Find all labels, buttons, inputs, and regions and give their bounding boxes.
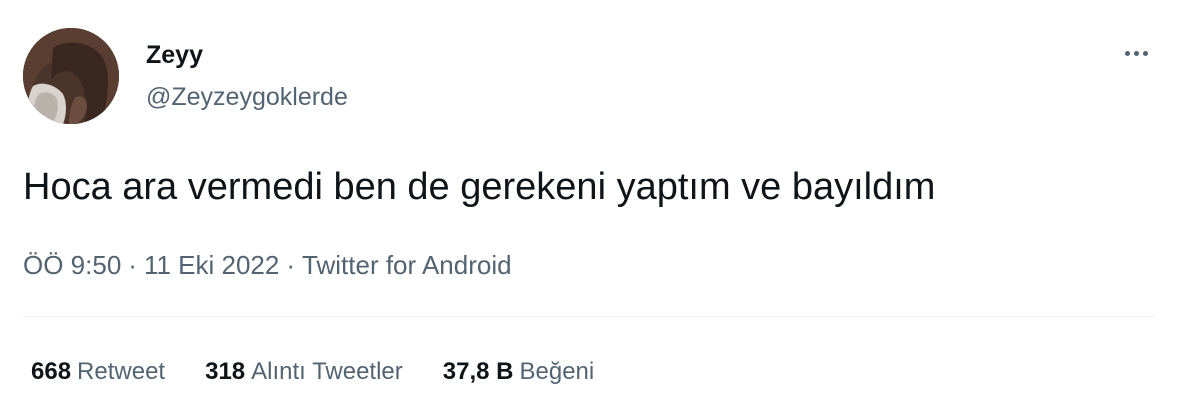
author-handle[interactable]: @Zeyzeygoklerde	[146, 82, 348, 112]
likes-count: 37,8 B	[442, 358, 514, 385]
more-options-button[interactable]	[1118, 38, 1154, 68]
tweet-source[interactable]: Twitter for Android	[302, 250, 512, 280]
divider	[23, 316, 1155, 317]
tweet-time[interactable]: ÖÖ 9:50	[23, 250, 121, 280]
likes-label: Beğeni	[519, 358, 595, 385]
meta-separator: ·	[286, 250, 296, 280]
retweets-count: 668	[31, 358, 72, 385]
tweet-stats: 668 Retweet 318 Alıntı Tweetler 37,8 B Beğe…	[31, 357, 634, 387]
author-display-name[interactable]: Zeyy	[146, 40, 203, 70]
tweet-card: Zeyy @Zeyzeygoklerde Hoca ara vermedi be…	[0, 0, 1188, 420]
quotes-stat[interactable]: 318 Alıntı Tweetler	[205, 357, 403, 387]
quotes-label: Alıntı Tweetler	[251, 358, 403, 385]
meta-separator: ·	[128, 250, 137, 280]
tweet-date[interactable]: 11 Eki 2022	[144, 250, 279, 280]
more-horizontal-icon-dot	[1142, 50, 1148, 56]
tweet-text: Hoca ara vermedi ben de gerekeni yaptım …	[23, 166, 936, 208]
quotes-count: 318	[205, 358, 246, 385]
avatar[interactable]	[23, 28, 119, 124]
retweets-label: Retweet	[77, 358, 166, 385]
likes-stat[interactable]: 37,8 B Beğeni	[443, 357, 594, 387]
more-horizontal-icon	[1124, 50, 1130, 56]
tweet-meta: ÖÖ 9:50 · 11 Eki 2022 · Twitter for Android	[23, 249, 512, 281]
retweets-stat[interactable]: 668 Retweet	[31, 357, 165, 387]
avatar-image	[23, 28, 119, 124]
more-horizontal-icon-dot	[1133, 50, 1139, 56]
